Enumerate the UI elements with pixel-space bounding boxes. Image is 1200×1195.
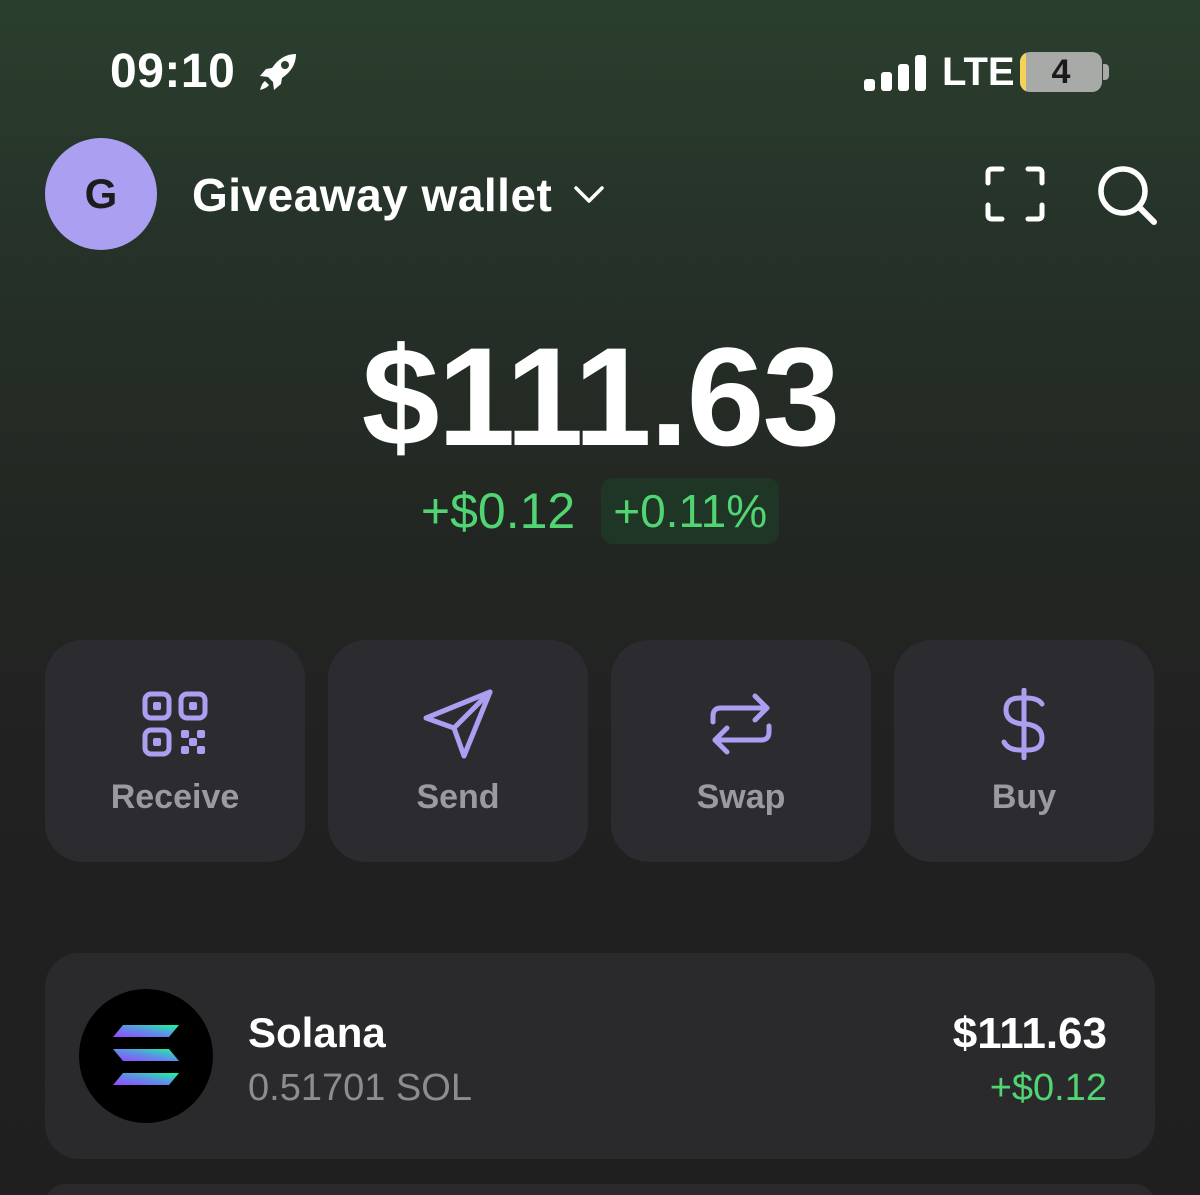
chevron-down-icon[interactable] bbox=[572, 180, 606, 208]
token-row-solana[interactable]: Solana 0.51701 SOL $111.63 +$0.12 bbox=[45, 953, 1155, 1159]
buy-label: Buy bbox=[991, 778, 1057, 816]
battery-icon: 4 bbox=[1020, 52, 1102, 92]
solana-logo-icon bbox=[79, 989, 213, 1123]
rocket-icon bbox=[260, 54, 296, 90]
search-icon[interactable] bbox=[1096, 164, 1158, 226]
receive-button[interactable]: Receive bbox=[45, 640, 305, 862]
swap-icon bbox=[710, 693, 772, 755]
token-name: Solana bbox=[248, 1009, 386, 1056]
battery-level: 4 bbox=[1051, 53, 1071, 91]
buy-button[interactable]: Buy bbox=[894, 640, 1154, 862]
token-change: +$0.12 bbox=[989, 1067, 1107, 1109]
battery-nub bbox=[1103, 64, 1109, 80]
action-buttons: Receive Send Swap Buy bbox=[45, 640, 1155, 862]
avatar[interactable]: G bbox=[45, 138, 157, 250]
qr-code-icon bbox=[142, 691, 208, 757]
swap-button[interactable]: Swap bbox=[611, 640, 871, 862]
token-value: $111.63 bbox=[952, 1009, 1107, 1058]
token-row-next[interactable] bbox=[45, 1184, 1155, 1195]
status-time: 09:10 bbox=[110, 45, 236, 98]
signal-icon bbox=[864, 55, 926, 91]
total-balance: $111.63 bbox=[361, 318, 841, 475]
send-icon bbox=[423, 689, 493, 759]
send-button[interactable]: Send bbox=[328, 640, 588, 862]
swap-label: Swap bbox=[696, 778, 786, 816]
wallet-selector[interactable]: Giveaway wallet bbox=[192, 168, 552, 222]
receive-label: Receive bbox=[110, 778, 240, 816]
balance-change: +$0.12 +0.11% bbox=[0, 478, 1200, 544]
dollar-icon bbox=[1001, 688, 1045, 760]
balance-change-amount: +$0.12 bbox=[420, 483, 576, 539]
scan-icon[interactable] bbox=[985, 166, 1045, 222]
balance-change-percent: +0.11% bbox=[601, 478, 780, 544]
send-label: Send bbox=[416, 778, 500, 816]
token-amount: 0.51701 SOL bbox=[248, 1067, 472, 1109]
network-type: LTE bbox=[942, 50, 1015, 94]
